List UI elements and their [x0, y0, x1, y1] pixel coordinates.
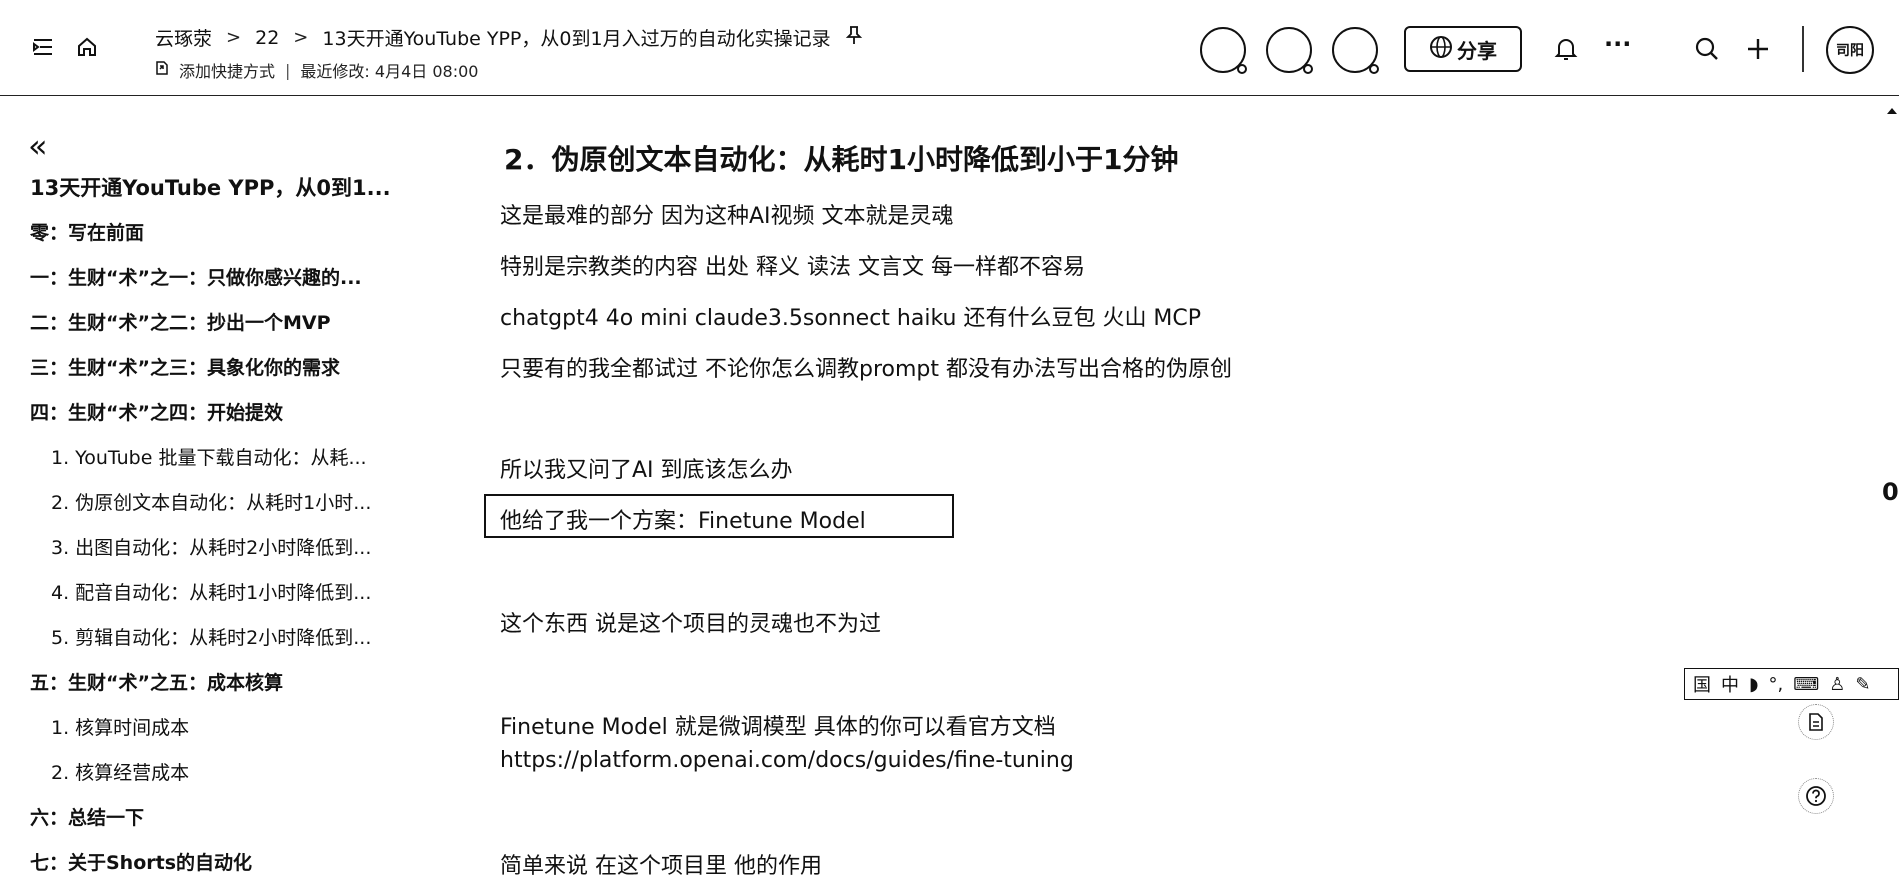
outline-item[interactable]: 1. YouTube 批量下载自动化：从耗... — [30, 442, 430, 487]
outline-item[interactable]: 1. 核算时间成本 — [30, 712, 430, 757]
chevron-right-icon: > — [226, 27, 242, 48]
last-modified: 最近修改: 4月4日 08:00 — [300, 62, 479, 81]
toolbar-divider — [1802, 26, 1804, 72]
bell-icon[interactable] — [1554, 36, 1578, 66]
breadcrumb: 云琢荥 > 22 > 13天开通YouTube YPP，从0到1月入过万的自动化… — [155, 24, 863, 51]
paragraph: 只要有的我全都试过 不论你怎么调教prompt 都没有办法写出合格的伪原创 — [500, 357, 1232, 382]
paragraph: 所以我又问了AI 到底该怎么办 — [500, 458, 793, 483]
outline-item[interactable]: 2. 伪原创文本自动化：从耗时1小时... — [30, 487, 430, 532]
globe-icon — [1429, 35, 1453, 64]
paragraph: 这是最难的部分 因为这种AI视频 文本就是灵魂 — [500, 204, 954, 229]
outline-item[interactable]: 六：总结一下 — [30, 802, 430, 847]
doc-meta: 添加快捷方式 | 最近修改: 4月4日 08:00 — [155, 58, 478, 82]
breadcrumb-item-space[interactable]: 云琢荥 — [155, 24, 212, 51]
shortcut-icon — [155, 60, 169, 80]
docs-link[interactable]: https://platform.openai.com/docs/guides/… — [500, 748, 1074, 773]
paragraph: chatgpt4 4o mini claude3.5sonnect haiku … — [500, 306, 1202, 331]
collaborator-avatar[interactable] — [1332, 27, 1379, 74]
outline-item[interactable]: 三：生财“术”之三：具象化你的需求 — [30, 352, 430, 397]
share-label: 分享 — [1457, 38, 1497, 63]
user-initials: 司阳 — [1836, 43, 1864, 59]
outline-item[interactable]: 4. 配音自动化：从耗时1小时降低到... — [30, 577, 430, 622]
outline-item[interactable]: 3. 出图自动化：从耗时2小时降低到... — [30, 532, 430, 577]
paragraph: Finetune Model 就是微调模型 具体的你可以看官方文档 — [500, 715, 1056, 740]
add-icon[interactable] — [1745, 36, 1771, 66]
scroll-marker: 0 — [1882, 478, 1899, 506]
paragraph: 这个东西 说是这个项目的灵魂也不为过 — [500, 612, 881, 637]
ime-mode-icon[interactable]: 国 — [1693, 671, 1711, 697]
outline-toggle-icon[interactable] — [32, 36, 54, 58]
paragraph: 简单来说 在这个项目里 他的作用 — [500, 854, 822, 879]
user-avatar[interactable]: 司阳 — [1826, 26, 1874, 74]
ime-chinese-icon[interactable]: 中 — [1721, 671, 1739, 697]
ime-punct-icon[interactable]: °, — [1768, 674, 1783, 695]
outline-item[interactable]: 零：写在前面 — [30, 217, 430, 262]
help-icon[interactable] — [1798, 778, 1834, 814]
outline-list: 13天开通YouTube YPP，从0到1... 零：写在前面 一：生财“术”之… — [30, 172, 430, 892]
outline-item[interactable]: 七：关于Shorts的自动化 — [30, 847, 430, 892]
keyboard-icon[interactable]: ⌨ — [1793, 674, 1819, 695]
document-icon[interactable] — [1798, 704, 1834, 740]
meta-separator: | — [285, 60, 291, 80]
share-button[interactable]: 分享 — [1404, 26, 1522, 72]
outline-item[interactable]: 5. 剪辑自动化：从耗时2小时降低到... — [30, 622, 430, 667]
section-heading: 2．伪原创文本自动化：从耗时1小时降低到小于1分钟 — [504, 143, 1179, 176]
pin-icon[interactable] — [845, 25, 863, 50]
outline-item[interactable]: 二：生财“术”之二：抄出一个MVP — [30, 307, 430, 352]
outline-item[interactable]: 2. 核算经营成本 — [30, 757, 430, 802]
top-bar: 云琢荥 > 22 > 13天开通YouTube YPP，从0到1月入过万的自动化… — [0, 0, 1899, 96]
ime-toolbar: 国 中 ◗ °, ⌨ ♙ ✎ — [1684, 668, 1899, 700]
paragraph: 特别是宗教类的内容 出处 释义 读法 文言文 每一样都不容易 — [500, 255, 1085, 280]
user-icon[interactable]: ♙ — [1829, 674, 1845, 695]
more-icon[interactable]: ··· — [1604, 30, 1631, 58]
collaborator-avatar[interactable] — [1266, 27, 1313, 74]
wrench-icon[interactable]: ✎ — [1855, 674, 1870, 695]
paragraph-highlighted: 他给了我一个方案：Finetune Model — [500, 509, 866, 534]
top-left-icons — [32, 36, 98, 58]
outline-item[interactable]: 四：生财“术”之四：开始提效 — [30, 397, 430, 442]
outline-item[interactable]: 13天开通YouTube YPP，从0到1... — [30, 172, 430, 217]
document-title[interactable]: 13天开通YouTube YPP，从0到1月入过万的自动化实操记录 — [322, 24, 830, 51]
outline-item[interactable]: 一：生财“术”之一：只做你感兴趣的... — [30, 262, 430, 307]
collapse-sidebar-icon[interactable]: « — [28, 130, 48, 162]
ime-moon-icon[interactable]: ◗ — [1749, 674, 1758, 695]
collaborator-avatar[interactable] — [1200, 27, 1247, 74]
add-shortcut-link[interactable]: 添加快捷方式 — [179, 58, 275, 82]
search-icon[interactable] — [1694, 36, 1720, 66]
home-icon[interactable] — [76, 36, 98, 58]
breadcrumb-item-folder[interactable]: 22 — [255, 27, 279, 49]
chevron-right-icon: > — [293, 27, 309, 48]
outline-item[interactable]: 五：生财“术”之五：成本核算 — [30, 667, 430, 712]
